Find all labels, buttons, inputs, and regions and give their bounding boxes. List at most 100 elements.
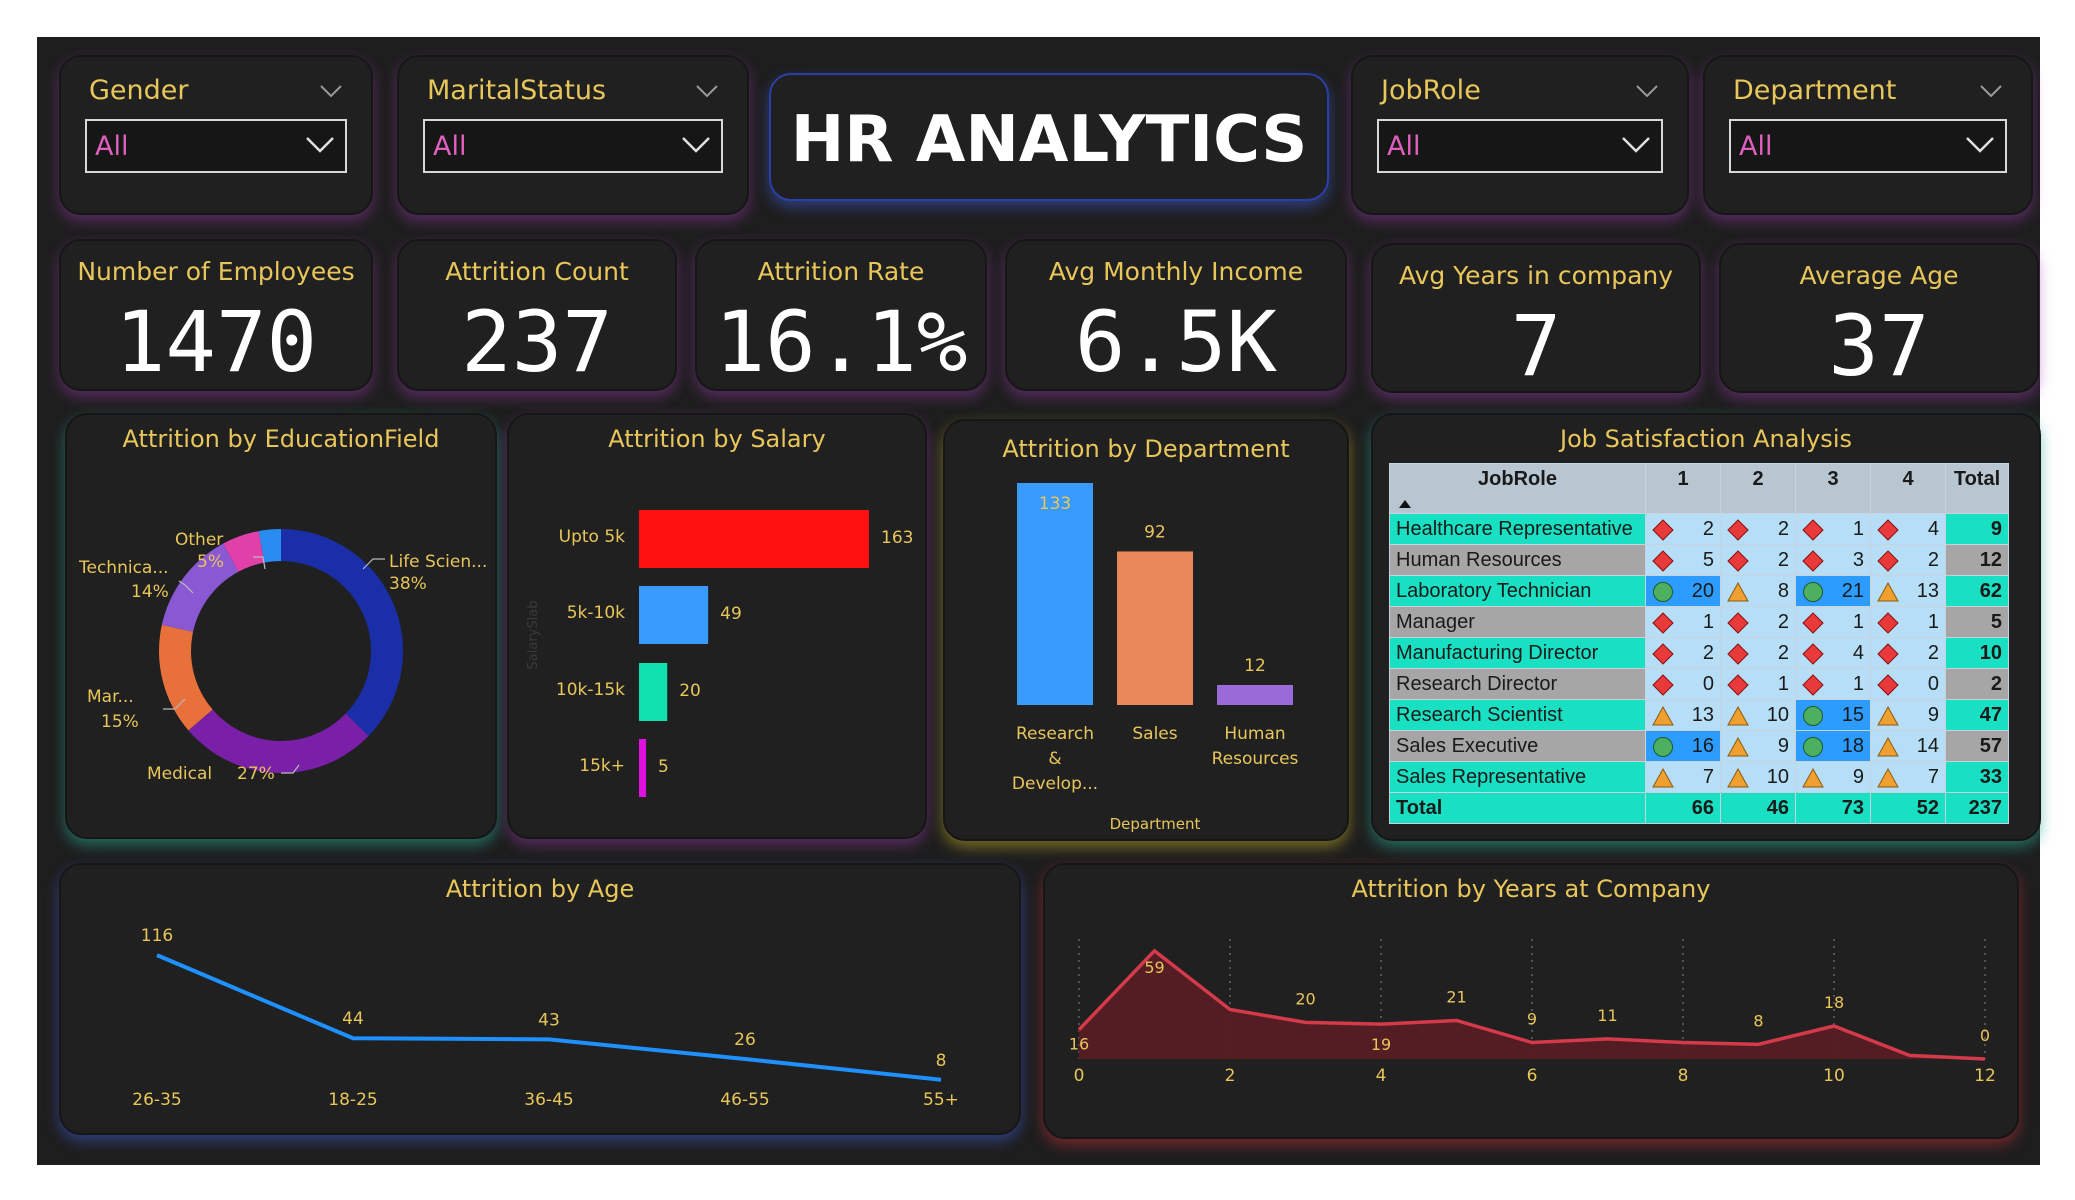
value-cell: 1 — [1795, 606, 1871, 638]
donut-slice[interactable] — [159, 624, 213, 731]
data-label: 44 — [342, 1009, 364, 1029]
chevron-down-icon[interactable] — [1965, 133, 1995, 157]
cell-value: 9 — [1777, 734, 1789, 757]
value-cell: 4 — [1870, 513, 1946, 545]
column-header-3[interactable]: 3 — [1795, 463, 1871, 514]
page-title: HR ANALYTICS — [790, 103, 1308, 177]
department-bar[interactable] — [1217, 684, 1293, 705]
chevron-down-icon[interactable] — [305, 133, 335, 157]
salary-bar[interactable] — [639, 739, 647, 797]
data-label: 18 — [1824, 993, 1844, 1012]
cell-value: 2 — [1777, 641, 1789, 664]
cell-value: 8 — [1777, 579, 1789, 602]
category-label: Resources — [1212, 749, 1299, 769]
data-label: 20 — [1295, 989, 1315, 1008]
table-row[interactable]: Manager 1 2 1 1 5 — [1389, 606, 2009, 638]
kpi-value: 7 — [1510, 297, 1562, 395]
table-row[interactable]: Laboratory Technician 20 8 21 13 62 — [1389, 575, 2009, 607]
column-header-2[interactable]: 2 — [1720, 463, 1796, 514]
kpi-attrition-rate: Attrition Rate 16.1% — [695, 239, 987, 391]
red-diamond-icon — [1802, 519, 1824, 541]
sort-ascending-icon[interactable] — [1398, 499, 1412, 509]
dashboard-canvas: Gender All MaritalStatus All HR ANALYTIC… — [37, 37, 2041, 1165]
data-label: 9 — [1527, 1010, 1537, 1029]
chevron-down-icon[interactable] — [1979, 79, 2003, 103]
x-tick-label: 8 — [1678, 1066, 1689, 1086]
department-bar[interactable] — [1117, 551, 1193, 705]
filter-label: JobRole — [1381, 75, 1481, 106]
column-header-jobrole[interactable]: JobRole — [1389, 463, 1646, 514]
filter-department[interactable]: Department All — [1703, 55, 2033, 215]
salary-bar[interactable] — [639, 663, 668, 721]
cell-value: 15 — [1841, 703, 1864, 726]
value-cell: 9 — [1720, 730, 1796, 762]
donut-slice[interactable] — [281, 529, 403, 736]
table-row[interactable]: Manufacturing Director 2 2 4 2 10 — [1389, 637, 2009, 669]
table-row[interactable]: Sales Representative 7 10 9 7 33 — [1389, 761, 2009, 793]
gender-select[interactable]: All — [85, 119, 347, 173]
slice-label: Medical — [147, 764, 212, 784]
column-header-total[interactable]: Total — [1945, 463, 2009, 514]
value-cell: 0 — [1870, 668, 1946, 700]
value-cell: 5 — [1645, 544, 1721, 576]
cell-value: 1 — [1852, 517, 1864, 540]
select-value: All — [1387, 131, 1421, 162]
marital-status-select[interactable]: All — [423, 119, 723, 173]
category-label: 15k+ — [579, 756, 625, 776]
green-circle-icon — [1803, 737, 1823, 757]
filter-gender[interactable]: Gender All — [59, 55, 373, 215]
column-header-1[interactable]: 1 — [1645, 463, 1721, 514]
cell-value: 2 — [1777, 517, 1789, 540]
cell-value: 5 — [1702, 548, 1714, 571]
chevron-down-icon[interactable] — [695, 79, 719, 103]
job-role-select[interactable]: All — [1377, 119, 1663, 173]
salary-card: Attrition by Salary SalarySlab Upto 5k 16… — [507, 413, 927, 839]
category-label: & — [1048, 749, 1061, 769]
cell-value: 13 — [1916, 579, 1939, 602]
years-area-chart: 16 59 20 19 21 9 11 8 18 0 0 2 4 6 8 10 12 — [1069, 939, 1996, 1086]
column-total-cell: 66 — [1645, 792, 1721, 824]
filter-marital-status[interactable]: MaritalStatus All — [397, 55, 749, 215]
data-label: 11 — [1597, 1006, 1617, 1025]
kpi-value: 37 — [1828, 297, 1930, 395]
x-tick-label: 2 — [1225, 1066, 1236, 1086]
x-tick-label: 4 — [1376, 1066, 1387, 1086]
data-label: 8 — [1753, 1011, 1763, 1030]
filter-label: Gender — [89, 75, 189, 106]
value-cell: 1 — [1645, 606, 1721, 638]
column-header-4[interactable]: 4 — [1870, 463, 1946, 514]
table-row[interactable]: Research Scientist 13 10 15 9 47 — [1389, 699, 2009, 731]
table-row[interactable]: Research Director 0 1 1 0 2 — [1389, 668, 2009, 700]
chevron-down-icon[interactable] — [681, 133, 711, 157]
red-diamond-icon — [1652, 550, 1674, 572]
orange-triangle-icon — [1652, 767, 1674, 788]
department-bar[interactable] — [1017, 483, 1093, 705]
data-label: 16 — [1069, 1035, 1089, 1054]
donut-slice[interactable] — [188, 709, 369, 773]
cell-value: 7 — [1702, 765, 1714, 788]
value-cell: 2 — [1645, 513, 1721, 545]
slice-label: Technica... — [78, 558, 169, 578]
salary-bar[interactable] — [639, 510, 869, 568]
salary-bar[interactable] — [639, 586, 709, 644]
filter-job-role[interactable]: JobRole All — [1351, 55, 1689, 215]
select-value: All — [95, 131, 129, 162]
value-cell: 20 — [1645, 575, 1721, 607]
x-tick-label: 12 — [1974, 1066, 1996, 1086]
table-row[interactable]: Healthcare Representative 2 2 1 4 9 — [1389, 513, 2009, 545]
chevron-down-icon[interactable] — [1621, 133, 1651, 157]
cell-value: 4 — [1927, 517, 1939, 540]
slice-pct: 27% — [237, 764, 275, 784]
kpi-label: Number of Employees — [77, 257, 355, 286]
row-total-cell: 5 — [1945, 606, 2009, 638]
table-row[interactable]: Sales Executive 16 9 18 14 57 — [1389, 730, 2009, 762]
department-select[interactable]: All — [1729, 119, 2007, 173]
kpi-value: 1470 — [114, 293, 318, 391]
table-row[interactable]: Human Resources 5 2 3 2 12 — [1389, 544, 2009, 576]
job-satisfaction-table: JobRole 1 2 3 4 Total Healthcare Represe… — [1389, 463, 2009, 824]
chevron-down-icon[interactable] — [319, 79, 343, 103]
chevron-down-icon[interactable] — [1635, 79, 1659, 103]
value-cell: 1 — [1720, 668, 1796, 700]
cell-value: 13 — [1691, 703, 1714, 726]
orange-triangle-icon — [1877, 581, 1899, 602]
